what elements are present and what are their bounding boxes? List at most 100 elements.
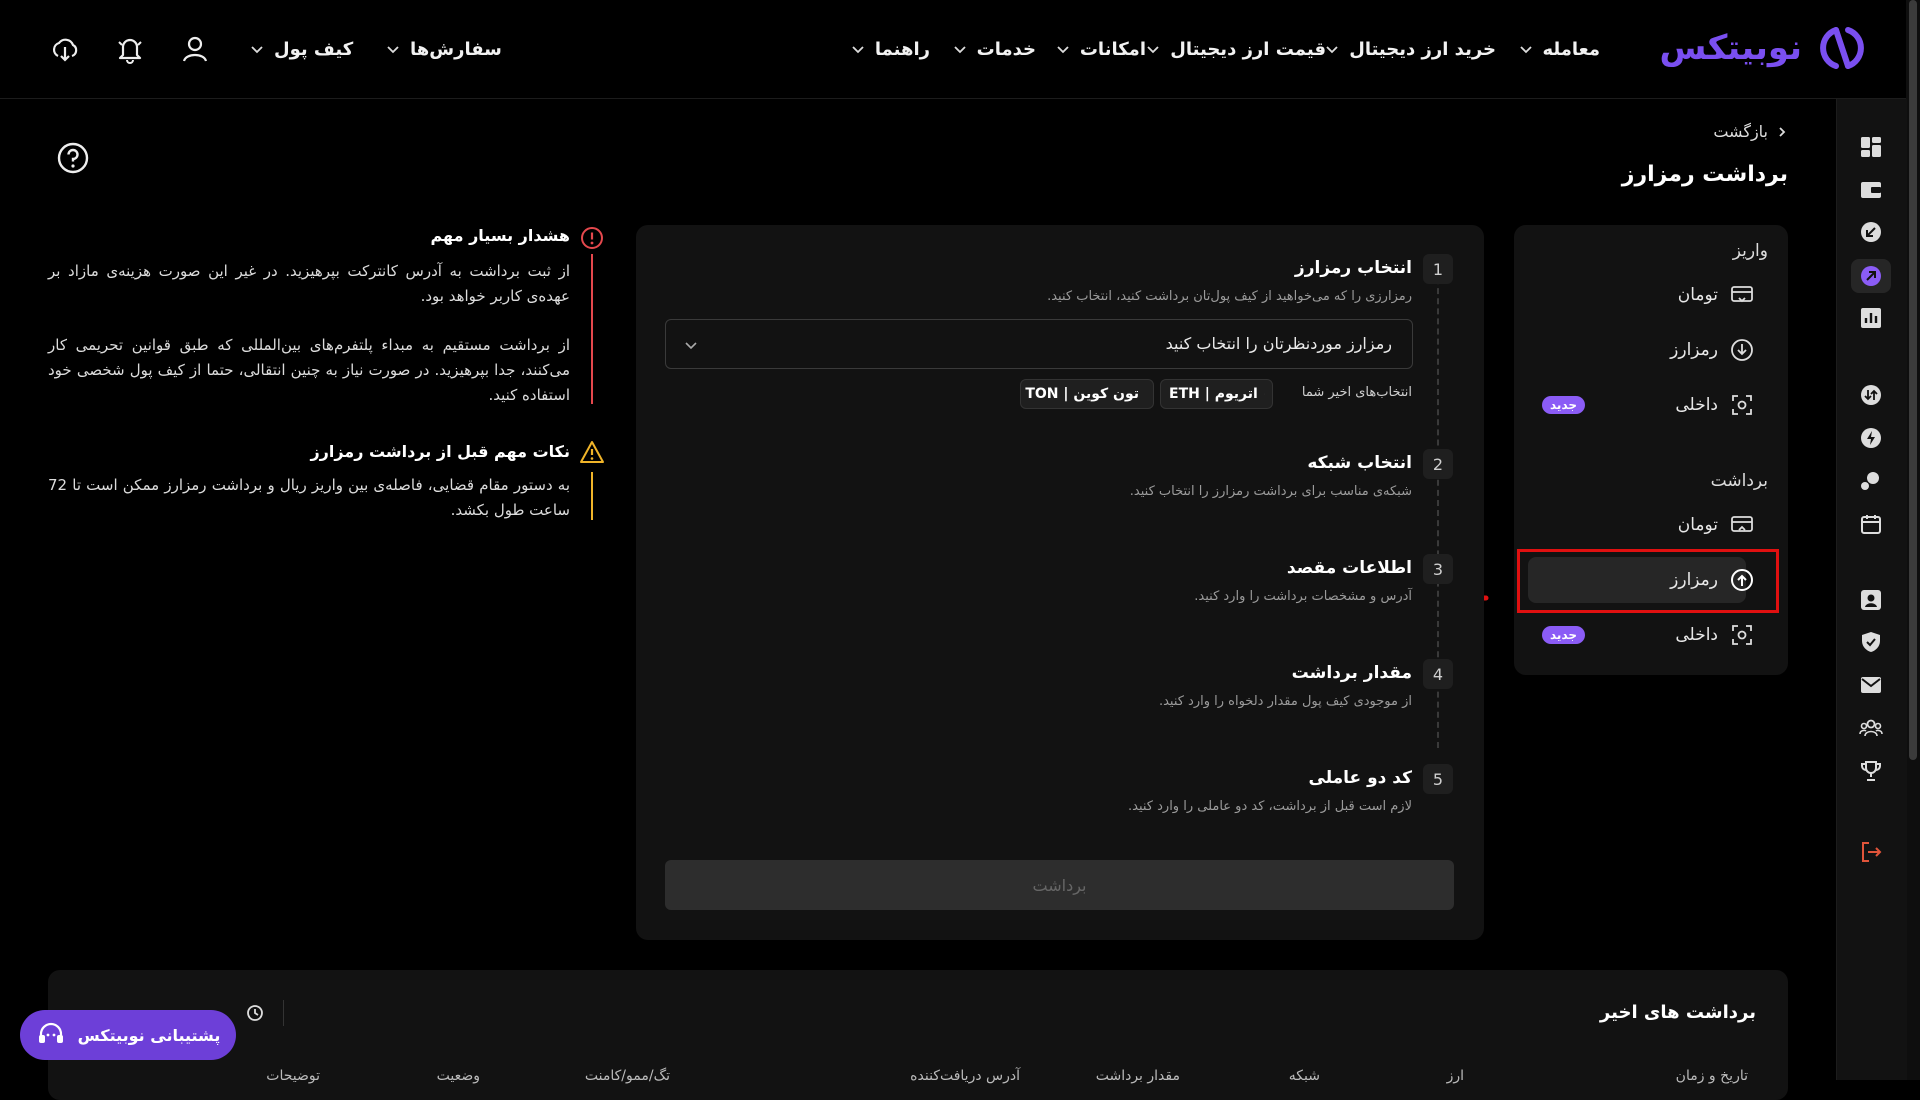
nav-guide-label: راهنما [875, 39, 930, 60]
nav-orders-label: سفارش‌ها [410, 39, 502, 60]
withdraw-header: برداشت [1711, 471, 1768, 491]
trophy-icon[interactable] [1857, 757, 1885, 785]
bell-icon[interactable] [115, 34, 145, 64]
divider [283, 1000, 284, 1026]
step-desc: شبکه‌ی مناسب برای برداشت رمزارز را انتخا… [1130, 484, 1412, 499]
help-icon[interactable] [56, 141, 90, 175]
deposit-header: واریز [1733, 241, 1768, 261]
chevron-down-icon [1056, 42, 1070, 56]
col-datetime: تاریخ و زمان [1676, 1068, 1748, 1084]
chip-label: تون کوین | TON [1025, 386, 1139, 402]
headset-icon [36, 1020, 66, 1050]
recent-choices-label: انتخاب‌های اخیر شما [1302, 385, 1412, 400]
submenu-deposit-internal[interactable]: داخلی جدید [1528, 382, 1774, 428]
step-title: اطلاعات مقصد [1287, 558, 1412, 578]
download-app-icon[interactable] [50, 34, 80, 64]
user-icon[interactable] [180, 34, 210, 64]
step-number: 3 [1423, 554, 1453, 584]
back-link[interactable]: بازگشت [1713, 122, 1788, 141]
col-network: شبکه [1289, 1068, 1320, 1084]
warning-bar-red [591, 254, 593, 404]
page-title: برداشت رمزارز [1622, 162, 1788, 187]
submenu-withdraw-internal[interactable]: داخلی جدید [1528, 612, 1774, 658]
chip-label: اتریوم | ETH [1169, 386, 1258, 402]
submenu-item-label: تومان [1678, 515, 1718, 535]
staking-icon[interactable] [1857, 467, 1885, 495]
new-badge: جدید [1542, 396, 1585, 414]
nav-crypto-price-label: قیمت ارز دیجیتال [1170, 39, 1326, 60]
support-label: پشتیبانی نوبیتکس [78, 1026, 221, 1045]
deposit-arrow-icon[interactable] [1857, 218, 1885, 246]
nav-services[interactable]: خدمات [953, 34, 1036, 64]
convert-icon[interactable] [1857, 381, 1885, 409]
wallet-icon[interactable] [1857, 176, 1885, 204]
nav-orders[interactable]: سفارش‌ها [386, 34, 502, 64]
brand-name: نوبیتکس [1660, 28, 1802, 68]
submenu-item-label: داخلی [1675, 625, 1718, 645]
chip-ethereum[interactable]: اتریوم | ETH [1160, 379, 1273, 409]
warning-triangle-icon [579, 440, 605, 464]
nav-crypto-price[interactable]: قیمت ارز دیجیتال [1146, 34, 1326, 64]
chip-ton[interactable]: تون کوین | TON [1020, 379, 1154, 409]
logout-icon[interactable] [1857, 838, 1885, 866]
submenu-deposit-crypto[interactable]: رمزارز [1528, 327, 1774, 373]
submenu-item-label: داخلی [1675, 395, 1718, 415]
chevron-down-icon [250, 42, 264, 56]
important-warning-p1: از ثبت برداشت به آدرس کانترکت بپرهیزید. … [48, 259, 570, 309]
dashboard-icon[interactable] [1857, 133, 1885, 161]
chevron-down-icon [1325, 42, 1339, 56]
chevron-down-icon [684, 338, 698, 352]
submenu-deposit-toman[interactable]: تومان [1528, 272, 1774, 318]
nav-wallet-label: کیف پول [274, 39, 353, 60]
nav-features[interactable]: امکانات [1056, 34, 1146, 64]
scan-icon [1730, 393, 1754, 417]
withdraw-submit-button[interactable]: برداشت [665, 860, 1454, 910]
nav-trade[interactable]: معامله [1519, 34, 1600, 64]
profile-card-icon[interactable] [1857, 586, 1885, 614]
important-warning-p2: از برداشت مستقیم به مبداء پلتفرم‌های بین… [48, 333, 570, 408]
chevron-right-icon [1776, 126, 1788, 138]
chevron-down-icon [1519, 42, 1533, 56]
calendar-icon[interactable] [1857, 510, 1885, 538]
submenu-withdraw-toman[interactable]: تومان [1528, 502, 1774, 548]
step-number: 2 [1423, 449, 1453, 479]
submenu-item-label: رمزارز [1670, 340, 1718, 360]
nav-services-label: خدمات [977, 39, 1036, 60]
notes-title: نکات مهم قبل از برداشت رمزارز [310, 442, 570, 461]
step-number: 4 [1423, 659, 1453, 689]
brand-logo[interactable]: نوبیتکس [1660, 22, 1868, 74]
col-tag: تگ/ممو/کامنت [585, 1068, 670, 1084]
security-shield-icon[interactable] [1857, 628, 1885, 656]
step-title: مقدار برداشت [1292, 663, 1412, 683]
crypto-select-dropdown[interactable]: رمزارز موردنظرتان را انتخاب کنید [665, 319, 1413, 369]
nav-features-label: امکانات [1080, 39, 1146, 60]
step-desc: رمزارزی را که می‌خواهید از کیف پول‌تان ب… [1047, 289, 1412, 304]
history-icon[interactable] [246, 1004, 264, 1022]
coin-down-icon [1730, 338, 1754, 362]
bank-card-icon [1730, 283, 1754, 307]
nav-buy-crypto[interactable]: خرید ارز دیجیتال [1325, 34, 1496, 64]
chevron-down-icon [1146, 42, 1160, 56]
step-title: انتخاب شبکه [1307, 453, 1412, 473]
referral-users-icon[interactable] [1857, 714, 1885, 742]
support-button[interactable]: پشتیبانی نوبیتکس [20, 1010, 236, 1060]
report-chart-icon[interactable] [1857, 304, 1885, 332]
withdraw-arrow-icon[interactable] [1857, 262, 1885, 290]
back-link-label: بازگشت [1713, 122, 1768, 141]
new-badge: جدید [1542, 626, 1585, 644]
mail-icon[interactable] [1857, 671, 1885, 699]
warning-bar-yellow [591, 472, 593, 520]
scrollbar-thumb[interactable] [1909, 0, 1917, 760]
step-desc: آدرس و مشخصات برداشت را وارد کنید. [1194, 589, 1412, 604]
scan-icon [1730, 623, 1754, 647]
col-status: وضعیت [437, 1068, 480, 1084]
chevron-down-icon [953, 42, 967, 56]
chevron-down-icon [851, 42, 865, 56]
step-number: 5 [1423, 764, 1453, 794]
col-amount: مقدار برداشت [1096, 1068, 1180, 1084]
nav-trade-label: معامله [1543, 39, 1600, 60]
step-desc: لازم است قبل از برداشت، کد دو عاملی را و… [1128, 799, 1412, 814]
nav-wallet[interactable]: کیف پول [250, 34, 353, 64]
nav-guide[interactable]: راهنما [851, 34, 930, 64]
flash-icon[interactable] [1857, 424, 1885, 452]
